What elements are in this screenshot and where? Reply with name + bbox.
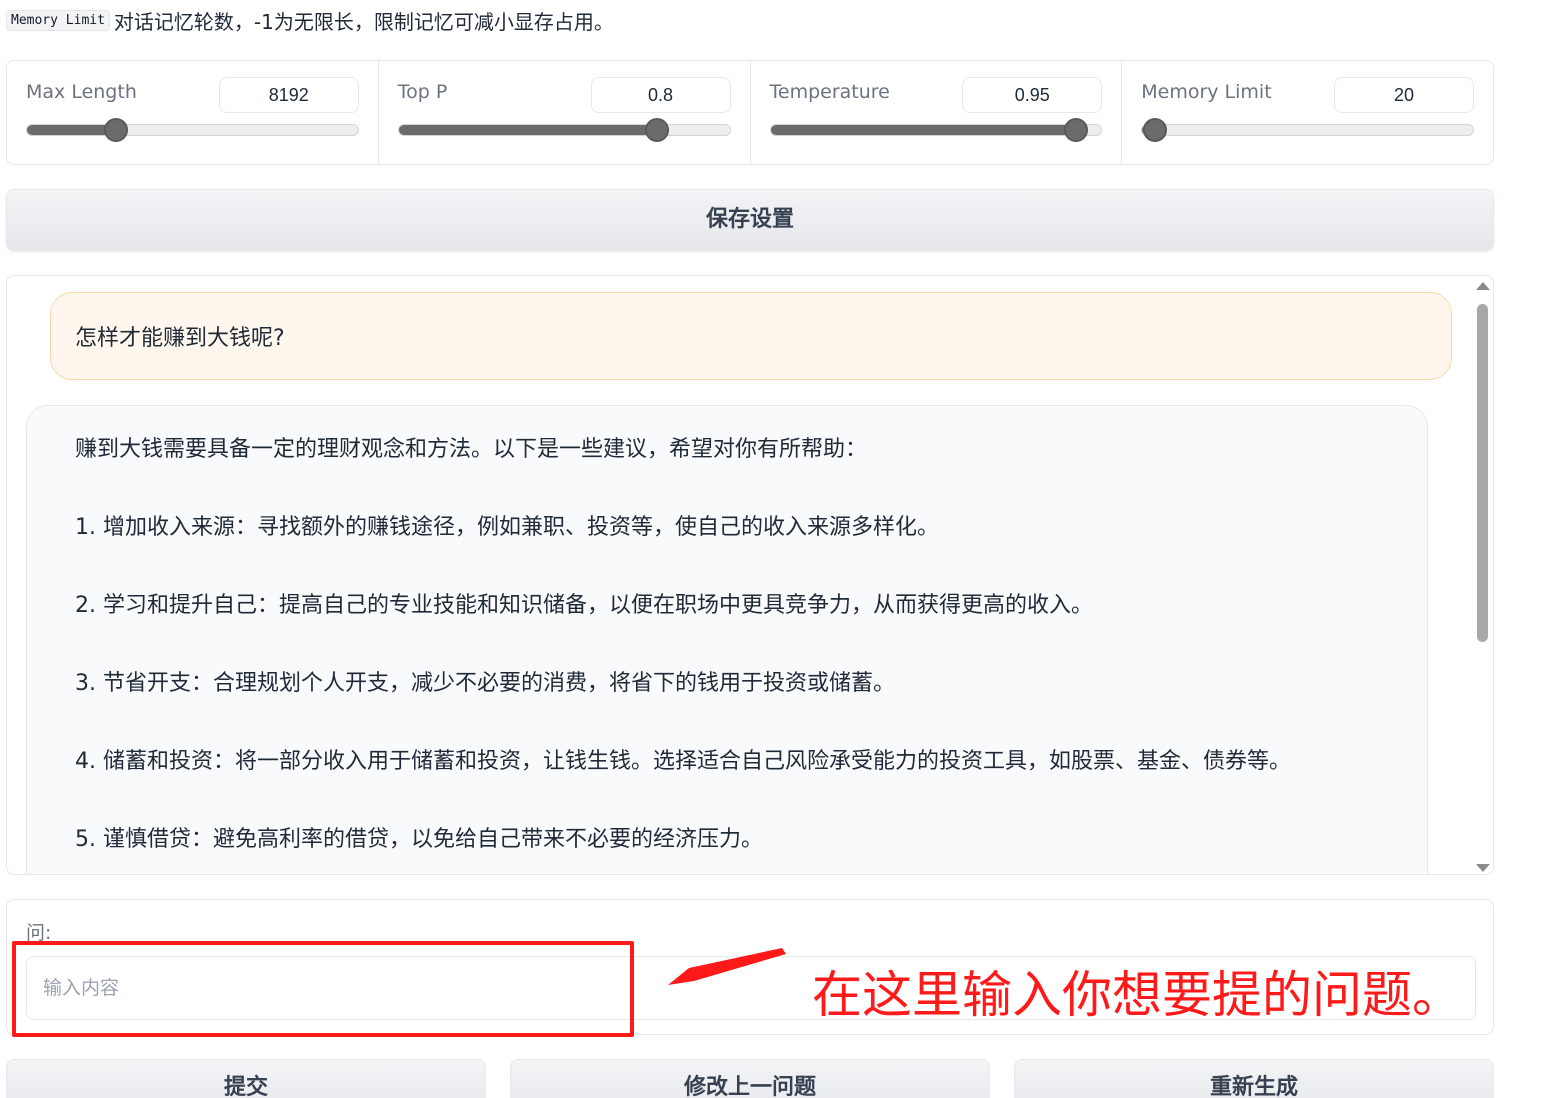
chat-history-panel: 怎样才能赚到大钱呢? 赚到大钱需要具备一定的理财观念和方法。以下是一些建议，希望… [6, 275, 1494, 875]
slider-track[interactable] [397, 124, 731, 136]
slider-track[interactable] [1141, 124, 1474, 136]
annotation-text: 在这里输入你想要提的问题。 [812, 966, 1462, 1024]
slider-fill [770, 125, 1075, 135]
slider-label: Memory Limit [1141, 81, 1272, 103]
slider-thumb[interactable] [1063, 118, 1088, 142]
memory-limit-hint-text: 对话记忆轮数，-1为无限长，限制记忆可减小显存占用。 [113, 9, 614, 34]
slider-value-input[interactable]: 0.8 [590, 77, 731, 113]
slider-value-input[interactable]: 20 [1334, 77, 1474, 113]
slider-thumb[interactable] [103, 118, 128, 142]
submit-button[interactable]: 提交 [6, 1059, 486, 1098]
slider-value-input[interactable]: 0.95 [962, 77, 1103, 113]
bot-message-line: 2. 学习和提升自己：提高自己的专业技能和知识储备，以便在职场中更具竞争力，从而… [75, 593, 1093, 618]
slider-label: Temperature [769, 81, 890, 103]
regenerate-button[interactable]: 重新生成 [1014, 1059, 1494, 1098]
slider-fill [27, 125, 117, 135]
bot-message-line: 1. 增加收入来源：寻找额外的赚钱途径，例如兼职、投资等，使自己的收入来源多样化… [75, 515, 939, 540]
user-message-bubble: 怎样才能赚到大钱呢? [50, 292, 1452, 380]
slider-temperature: Temperature 0.95 [751, 61, 1123, 164]
scrollbar-thumb[interactable] [1477, 304, 1488, 642]
slider-value-input[interactable]: 8192 [218, 77, 359, 113]
memory-limit-hint: Memory Limit 对话记忆轮数，-1为无限长，限制记忆可减小显存占用。 [6, 6, 614, 34]
slider-thumb[interactable] [1142, 118, 1167, 142]
slider-memory-limit: Memory Limit 20 [1122, 61, 1493, 164]
bot-message-line: 3. 节省开支：合理规划个人开支，减少不必要的消费，将省下的钱用于投资或储蓄。 [75, 671, 895, 696]
chat-scrollbar[interactable] [1473, 282, 1491, 872]
slider-label: Top P [397, 81, 448, 103]
bot-message-bubble: 赚到大钱需要具备一定的理财观念和方法。以下是一些建议，希望对你有所帮助： 1. … [26, 405, 1428, 874]
bot-message-line: 5. 谨慎借贷：避免高利率的借贷，以免给自己带来不必要的经济压力。 [75, 827, 763, 852]
slider-thumb[interactable] [645, 118, 670, 142]
bot-message-line: 赚到大钱需要具备一定的理财观念和方法。以下是一些建议，希望对你有所帮助： [75, 437, 868, 462]
slider-top-p: Top P 0.8 [379, 61, 751, 164]
slider-track[interactable] [769, 124, 1103, 136]
edit-last-question-button[interactable]: 修改上一问题 [510, 1059, 990, 1098]
slider-fill [398, 125, 657, 135]
scroll-down-arrow-icon[interactable] [1476, 864, 1490, 872]
settings-slider-panel: Max Length 8192 Top P 0.8 Temperature 0.… [6, 60, 1494, 165]
slider-track[interactable] [26, 124, 359, 136]
slider-label: Max Length [26, 81, 137, 103]
annotation-highlight-box [12, 941, 634, 1037]
bot-message-line: 4. 储蓄和投资：将一部分收入用于储蓄和投资，让钱生钱。选择适合自己风险承受能力… [75, 749, 1291, 774]
save-settings-button[interactable]: 保存设置 [6, 189, 1494, 251]
memory-limit-code: Memory Limit [6, 9, 110, 31]
scroll-up-arrow-icon[interactable] [1476, 282, 1490, 290]
slider-max-length: Max Length 8192 [7, 61, 379, 164]
annotation-arrow-icon [668, 948, 786, 985]
